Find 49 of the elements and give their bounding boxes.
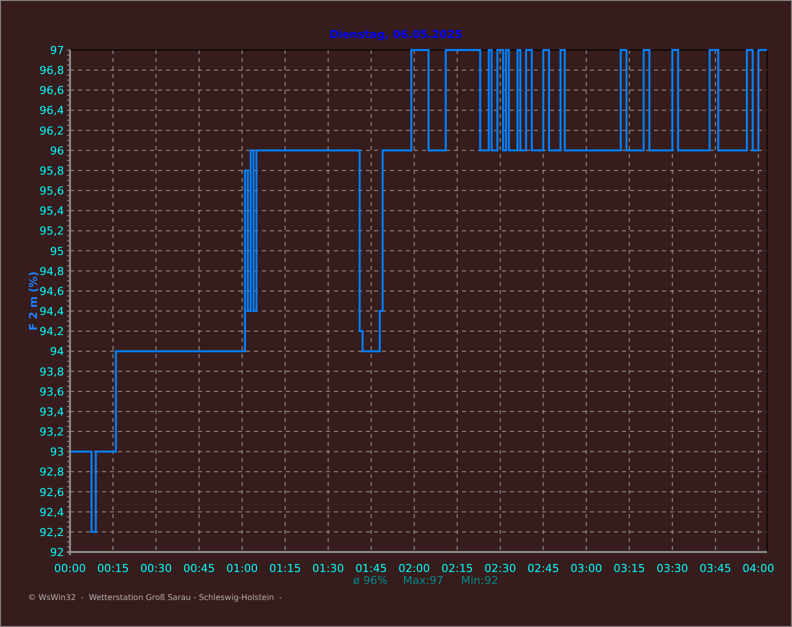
axis-tick-label: 01:30 <box>312 562 344 575</box>
axis-tick-label: 03:00 <box>570 562 602 575</box>
axis-tick-label: 93,4 <box>40 405 64 418</box>
axis-tick-label: 95,8 <box>40 164 64 178</box>
axis-tick-label: 93,6 <box>40 385 64 398</box>
axis-tick-label: 03:45 <box>700 562 732 575</box>
axis-tick-label: 94,6 <box>40 284 64 298</box>
axis-tick-label: 97 <box>50 44 64 57</box>
axis-tick-label: 02:30 <box>484 562 516 575</box>
axis-tick-label: 96,2 <box>40 124 64 138</box>
axis-tick-label: 92,6 <box>40 486 64 499</box>
axis-tick-label: 95 <box>50 244 64 258</box>
axis-tick-label: 95,6 <box>40 184 64 198</box>
axis-tick-label: 93,2 <box>40 426 64 439</box>
chart-title: Dienstag, 06.05.2025 <box>330 28 462 41</box>
axis-tick-label: 02:15 <box>441 562 474 575</box>
axis-tick-label: 92 <box>50 546 64 559</box>
axis-tick-label: 93 <box>50 446 64 459</box>
axis-tick-label: 92,4 <box>40 506 64 519</box>
axis-tick-label: 94,4 <box>40 305 64 318</box>
axis-tick-label: 00:15 <box>97 562 129 575</box>
y-axis-title: F 2 m (%) <box>27 271 40 331</box>
axis-tick-label: 02:45 <box>527 562 560 575</box>
axis-tick-label: 01:15 <box>269 562 301 575</box>
axis-tick-label: 01:45 <box>355 562 388 575</box>
axis-tick-label: 94,8 <box>40 264 64 278</box>
axis-tick-label: 96 <box>50 144 64 158</box>
axis-tick-label: 02:00 <box>398 562 430 575</box>
axis-tick-label: 95,4 <box>40 204 64 218</box>
footer-credit: © WsWin32 - Wetterstation Groß Sarau - Schleswig-Holstein - <box>28 593 282 602</box>
axis-tick-label: 03:15 <box>613 562 646 575</box>
min-value: Min:92 <box>461 574 498 587</box>
axis-tick-label: 96,4 <box>40 104 64 118</box>
axis-tick-label: 01:00 <box>226 562 258 575</box>
axis-tick-label: 96,8 <box>40 64 64 78</box>
axis-tick-label: 92,8 <box>40 466 64 479</box>
axis-tick-label: 00:00 <box>54 562 86 575</box>
max-value: Max:97 <box>403 574 444 587</box>
axis-tick-label: 92,2 <box>40 526 64 539</box>
axis-tick-label: 00:30 <box>140 562 172 575</box>
axis-tick-label: 03:30 <box>656 562 688 575</box>
axis-tick-label: 94 <box>50 345 64 358</box>
mean-value: ø 96% <box>353 574 388 587</box>
axis-tick-label: 96,6 <box>40 84 64 98</box>
axis-tick-label: 94,2 <box>40 325 64 338</box>
axis-tick-label: 93,8 <box>40 365 64 378</box>
axis-tick-label: 04:00 <box>742 562 774 575</box>
axis-tick-label: 00:45 <box>183 562 215 575</box>
axis-tick-label: 95,2 <box>40 224 64 238</box>
